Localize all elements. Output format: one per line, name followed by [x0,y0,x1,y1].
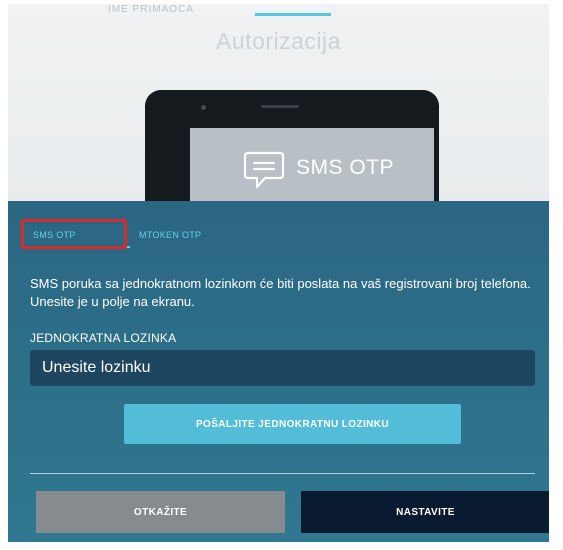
phone-speaker [261,105,299,108]
phone-camera [201,105,206,110]
highlight-annotation-box [21,219,127,249]
phone-screen: SMS OTP [190,128,434,201]
chat-bubble-icon [243,151,285,189]
otp-field-label: JEDNOKRATNA LOZINKA [30,331,177,345]
authorization-dialog: IME PRIMAOCA Autorizacija SMS OTP SMS OT… [8,4,549,542]
send-otp-button[interactable]: POŠALJITE JEDNOKRATNU LOZINKU [124,404,461,444]
cancel-button[interactable]: OTKAŽITE [36,491,285,533]
sms-otp-screen-label: SMS OTP [296,156,395,179]
smartphone-icon: SMS OTP [145,90,439,201]
recipient-name-label: IME PRIMAOCA [108,4,194,15]
instruction-text: SMS poruka sa jednokratnom lozinkom će b… [30,276,531,309]
otp-input[interactable] [30,350,535,386]
divider [30,473,535,474]
otp-panel: SMS OTP MTOKEN OTP SMS poruka sa jednokr… [8,201,549,542]
hero-section: IME PRIMAOCA Autorizacija SMS OTP [8,4,549,201]
page-title: Autorizacija [216,28,341,54]
header-accent-bar [255,13,331,16]
continue-button[interactable]: NASTAVITE [301,491,549,533]
tab-mtoken-otp[interactable]: MTOKEN OTP [139,230,201,240]
